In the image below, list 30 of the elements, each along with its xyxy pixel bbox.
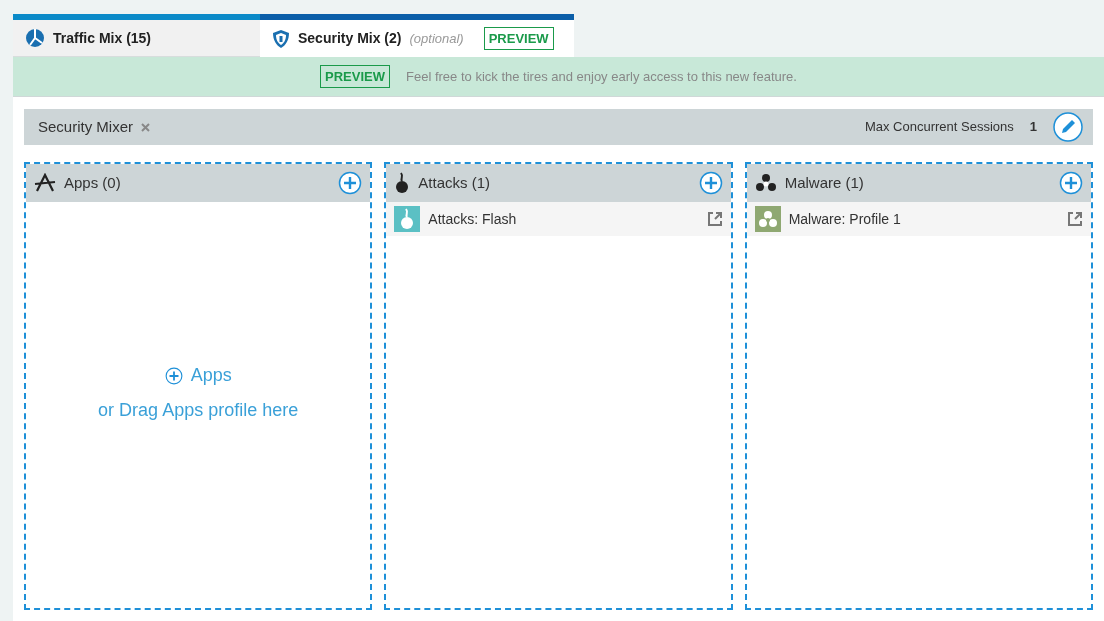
add-icon[interactable] <box>338 171 363 195</box>
letter-a-icon <box>34 173 56 193</box>
add-icon[interactable] <box>1059 171 1083 195</box>
shield-icon <box>272 28 290 49</box>
add-icon[interactable] <box>164 366 183 385</box>
drag-hint: or Drag Apps profile here <box>98 399 299 422</box>
sessions-label: Max Concurrent Sessions <box>864 118 1014 137</box>
column-title: Malware (1) <box>784 172 864 193</box>
optional-note: (optional) <box>409 29 464 48</box>
preview-badge: PREVIEW <box>483 26 554 51</box>
sessions-value: 1 <box>1029 118 1037 137</box>
profile-name: Attacks: Flash <box>428 209 517 229</box>
column-title: Apps (0) <box>64 172 121 193</box>
profile-name: Malware: Profile 1 <box>788 209 901 229</box>
mixer-title: Security Mixer <box>38 116 134 137</box>
bomb-icon <box>394 206 421 232</box>
preview-badge: PREVIEW <box>320 64 390 89</box>
edit-icon[interactable] <box>1053 112 1083 142</box>
external-link-icon[interactable] <box>706 211 723 227</box>
banner-message: Feel free to kick the tires and enjoy early access to this new feature. <box>406 67 797 86</box>
close-icon[interactable] <box>141 122 151 132</box>
profile-row[interactable]: Malware: Profile 1 <box>746 202 1091 236</box>
external-link-icon[interactable] <box>1067 211 1083 227</box>
bomb-icon <box>394 172 411 194</box>
tab[interactable]: Security Mix (2) (optional) PREVIEW <box>260 14 574 57</box>
profile-row[interactable]: Attacks: Flash <box>386 202 731 236</box>
pie-chart-icon <box>25 28 45 48</box>
column-title: Attacks (1) <box>418 172 490 193</box>
add-icon[interactable] <box>698 171 723 195</box>
tab[interactable]: Traffic Mix (15) <box>13 14 260 57</box>
